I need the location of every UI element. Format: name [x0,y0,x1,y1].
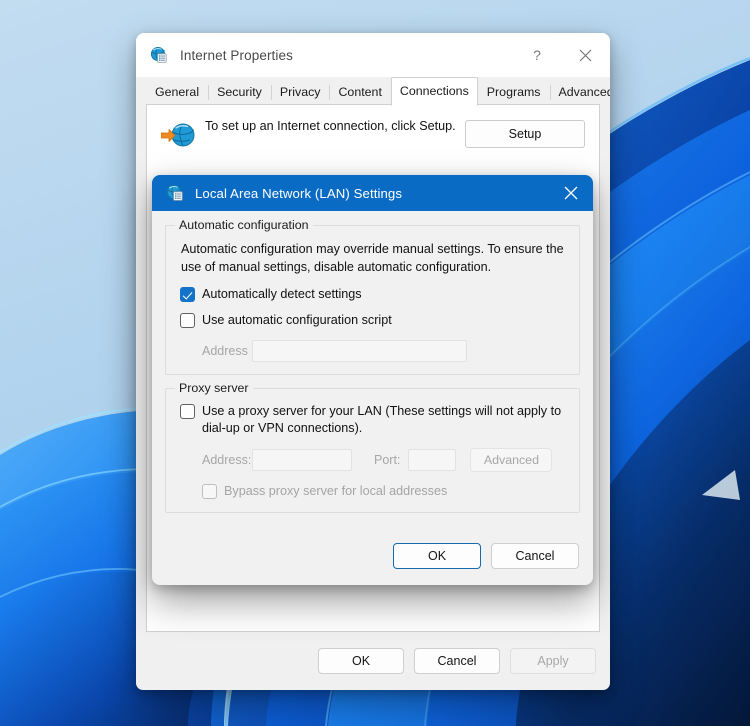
lan-close-button[interactable] [549,175,593,211]
bypass-proxy-checkbox [202,484,217,499]
auto-script-address-label: Address [180,344,252,358]
use-automatic-configuration-script-row[interactable]: Use automatic configuration script [180,312,565,329]
bypass-proxy-row: Bypass proxy server for local addresses [180,483,565,500]
lan-settings-icon [166,184,184,202]
lan-settings-titlebar: Local Area Network (LAN) Settings [152,175,593,211]
internet-properties-icon [150,46,168,64]
lan-dialog-title: Local Area Network (LAN) Settings [195,186,402,201]
proxy-server-group: Proxy server Use a proxy server for your… [165,388,580,513]
close-icon [579,49,592,62]
auto-script-address-row: Address [180,340,565,362]
ok-button[interactable]: OK [318,648,404,674]
bypass-proxy-label: Bypass proxy server for local addresses [224,483,447,500]
proxy-port-label: Port: [374,453,400,467]
advanced-button: Advanced [470,448,552,472]
tab-connections[interactable]: Connections [391,77,478,106]
tab-content[interactable]: Content [329,80,390,105]
internet-connection-setup-icon [161,120,197,152]
proxy-address-row: Address: Port: Advanced [180,448,565,472]
close-button[interactable] [560,33,610,77]
lan-dialog-footer: OK Cancel [152,527,593,585]
use-proxy-server-checkbox[interactable] [180,404,195,419]
titlebar-buttons: ? [514,33,610,77]
use-proxy-server-row[interactable]: Use a proxy server for your LAN (These s… [180,403,565,437]
proxy-address-label: Address: [180,453,252,467]
apply-button: Apply [510,648,596,674]
auto-script-address-input [252,340,467,362]
setup-button[interactable]: Setup [465,120,585,148]
tab-advanced[interactable]: Advanced [550,80,611,105]
setup-row: To set up an Internet connection, click … [147,105,599,152]
tab-strip: General Security Privacy Content Connect… [136,77,610,105]
proxy-port-input [408,449,456,471]
close-icon [564,186,578,200]
automatic-configuration-legend: Automatic configuration [175,218,313,232]
use-proxy-server-label: Use a proxy server for your LAN (These s… [202,403,565,437]
auto-detect-settings-row[interactable]: Automatically detect settings [180,286,565,303]
proxy-address-input [252,449,352,471]
lan-ok-button[interactable]: OK [393,543,481,569]
desktop: Internet Properties ? General Security P… [0,0,750,726]
window-title: Internet Properties [180,48,293,63]
setup-description: To set up an Internet connection, click … [205,118,465,135]
auto-detect-settings-checkbox[interactable] [180,287,195,302]
cancel-button[interactable]: Cancel [414,648,500,674]
internet-properties-titlebar: Internet Properties ? [136,33,610,77]
automatic-configuration-description: Automatic configuration may override man… [181,240,565,276]
tab-privacy[interactable]: Privacy [271,80,330,105]
lan-settings-dialog: Local Area Network (LAN) Settings Automa… [152,175,593,585]
tab-programs[interactable]: Programs [478,80,550,105]
use-automatic-configuration-script-label: Use automatic configuration script [202,312,392,329]
tab-security[interactable]: Security [208,80,271,105]
tab-general[interactable]: General [146,80,208,105]
auto-detect-settings-label: Automatically detect settings [202,286,362,303]
internet-properties-footer: OK Cancel Apply [136,632,610,690]
help-button[interactable]: ? [514,33,560,77]
lan-dialog-body: Automatic configuration Automatic config… [152,211,593,513]
help-icon: ? [533,47,541,63]
use-automatic-configuration-script-checkbox[interactable] [180,313,195,328]
lan-cancel-button[interactable]: Cancel [491,543,579,569]
proxy-server-legend: Proxy server [175,381,253,395]
automatic-configuration-group: Automatic configuration Automatic config… [165,225,580,375]
